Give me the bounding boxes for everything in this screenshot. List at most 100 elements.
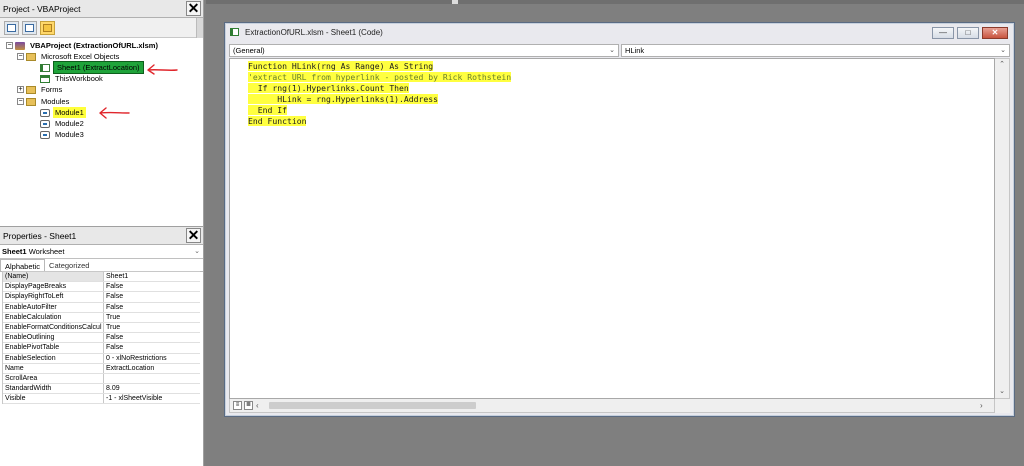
collapse-toggle[interactable]: − <box>17 53 24 60</box>
property-value[interactable]: True <box>104 313 200 322</box>
collapse-toggle[interactable]: − <box>17 98 24 105</box>
scroll-thumb[interactable] <box>269 402 476 409</box>
property-name: EnableFormatConditionsCalcul <box>3 322 104 333</box>
annotation-arrow-icon <box>144 63 178 75</box>
module-icon <box>40 108 50 117</box>
tree-node-module1[interactable]: Module1 <box>40 107 86 118</box>
property-row[interactable]: Name ExtractLocation <box>3 363 200 374</box>
scroll-left-icon[interactable]: ‹ <box>256 399 266 412</box>
project-pane-title: Project - VBAProject <box>3 4 81 14</box>
code-line[interactable]: 'extract URL from hyperlink - posted by … <box>248 72 512 83</box>
vertical-scrollbar[interactable]: ⌃ ⌄ <box>995 58 1010 399</box>
view-code-button[interactable] <box>4 20 19 35</box>
property-value[interactable]: 8.09 <box>104 384 200 393</box>
code-line[interactable]: Function HLink(rng As Range) As String <box>248 61 434 72</box>
code-window-title-bar[interactable]: ExtractionOfURL.xlsm - Sheet1 (Code) — □… <box>225 23 1014 42</box>
property-value[interactable]: False <box>104 292 200 301</box>
property-value[interactable]: False <box>104 282 200 291</box>
property-value[interactable] <box>104 374 200 383</box>
procedure-view-button[interactable]: ≡ <box>233 401 242 410</box>
tree-node-modules[interactable]: − Modules <box>17 96 71 107</box>
tree-node-thisworkbook[interactable]: ThisWorkbook <box>40 73 105 84</box>
property-row[interactable]: EnableFormatConditionsCalcul True <box>3 322 200 334</box>
close-button[interactable]: ✕ <box>982 27 1008 39</box>
property-row[interactable]: EnableAutoFilter False <box>3 302 200 313</box>
code-editor[interactable]: Function HLink(rng As Range) As String '… <box>229 58 995 399</box>
folder-icon <box>43 23 52 32</box>
object-combo[interactable]: (General) ⌄ <box>229 44 619 57</box>
property-row[interactable]: EnableCalculation True <box>3 312 200 323</box>
view-object-button[interactable] <box>22 20 37 35</box>
code-text: HLink = rng.Hyperlinks(1).Address <box>248 94 439 104</box>
property-name: Visible <box>3 394 104 404</box>
tab-categorized[interactable]: Categorized <box>45 259 93 271</box>
tree-node-label: VBAProject (ExtractionOfURL.xlsm) <box>30 41 158 50</box>
folder-icon <box>26 97 36 106</box>
property-name: StandardWidth <box>3 384 104 394</box>
property-row[interactable]: EnableSelection 0 - xlNoRestrictions <box>3 353 200 364</box>
properties-pane: Properties - Sheet1 ✕ Sheet1 Worksheet ⌄… <box>0 226 204 466</box>
code-comment: 'extract URL from hyperlink - posted by … <box>248 72 512 82</box>
full-module-view-button[interactable]: ≣ <box>244 401 253 410</box>
tree-node-module2[interactable]: Module2 <box>40 118 86 129</box>
code-line[interactable]: End Function <box>248 116 307 127</box>
chevron-down-icon: ⌄ <box>194 248 200 255</box>
tree-node-vbaproject[interactable]: − VBAProject (ExtractionOfURL.xlsm) <box>6 40 160 51</box>
mdi-workspace: ExtractionOfURL.xlsm - Sheet1 (Code) — □… <box>206 0 1024 466</box>
code-line[interactable]: HLink = rng.Hyperlinks(1).Address <box>248 94 439 105</box>
procedure-combo[interactable]: HLink ⌄ <box>621 44 1010 57</box>
tree-node-module3[interactable]: Module3 <box>40 129 86 140</box>
property-value[interactable]: False <box>104 343 200 352</box>
property-value[interactable]: 0 - xlNoRestrictions <box>104 354 200 363</box>
property-name: (Name) <box>3 272 104 282</box>
tree-node-label: Forms <box>41 85 63 94</box>
property-row[interactable]: Visible -1 - xlSheetVisible <box>3 394 200 405</box>
property-name: ScrollArea <box>3 373 104 384</box>
property-value[interactable]: False <box>104 303 200 312</box>
property-row[interactable]: DisplayRightToLeft False <box>3 292 200 303</box>
tab-alphabetic[interactable]: Alphabetic <box>0 259 46 271</box>
property-value[interactable]: True <box>104 323 200 332</box>
code-line[interactable]: If rng(1).Hyperlinks.Count Then <box>248 83 409 94</box>
properties-pane-title-bar: Properties - Sheet1 ✕ <box>0 227 203 245</box>
property-row[interactable]: EnableOutlining False <box>3 333 200 344</box>
property-row[interactable]: (Name) Sheet1 <box>3 272 200 283</box>
object-combo-value: (General) <box>233 46 265 55</box>
code-line[interactable]: End If <box>248 105 287 116</box>
property-name: EnablePivotTable <box>3 343 104 353</box>
property-row[interactable]: ScrollArea <box>3 373 200 385</box>
expand-toggle[interactable]: + <box>17 86 24 93</box>
maximize-button[interactable]: □ <box>957 27 979 39</box>
code-text: End If <box>248 105 287 115</box>
mdi-top-notch <box>452 0 458 4</box>
property-row[interactable]: StandardWidth 8.09 <box>3 384 200 395</box>
property-value[interactable]: Sheet1 <box>104 272 200 281</box>
scroll-down-icon[interactable]: ⌄ <box>995 386 1009 398</box>
close-icon[interactable]: ✕ <box>186 1 201 16</box>
property-value[interactable]: -1 - xlSheetVisible <box>104 394 200 403</box>
project-toolbar <box>0 18 203 38</box>
property-name: Name <box>3 363 104 373</box>
object-name: Sheet1 <box>2 247 27 256</box>
tree-node-forms[interactable]: + Forms <box>17 84 64 95</box>
horizontal-scrollbar[interactable]: ≡ ≣ ‹ › <box>229 399 995 413</box>
property-row[interactable]: DisplayPageBreaks False <box>3 282 200 293</box>
scroll-right-icon[interactable]: › <box>980 399 990 412</box>
property-value[interactable]: ExtractLocation <box>104 364 200 373</box>
property-row[interactable]: EnablePivotTable False <box>3 343 200 354</box>
object-selector-dropdown[interactable]: Sheet1 Worksheet ⌄ <box>0 245 203 259</box>
scroll-up-icon[interactable]: ⌃ <box>995 59 1009 71</box>
code-window: ExtractionOfURL.xlsm - Sheet1 (Code) — □… <box>224 22 1015 417</box>
close-icon[interactable]: ✕ <box>186 228 201 243</box>
module-icon <box>40 130 50 139</box>
tree-node-sheet1[interactable]: Sheet1 (ExtractLocation) <box>40 61 144 74</box>
collapse-toggle[interactable]: − <box>6 42 13 49</box>
toggle-folders-button[interactable] <box>40 20 55 35</box>
minimize-button[interactable]: — <box>932 27 954 39</box>
project-pane-scrollbar[interactable] <box>196 18 203 38</box>
property-name: DisplayRightToLeft <box>3 292 104 302</box>
project-pane-title-bar: Project - VBAProject ✕ <box>0 0 203 18</box>
view-code-icon <box>7 23 16 32</box>
property-value[interactable]: False <box>104 333 200 342</box>
tree-node-label: Module2 <box>55 119 84 128</box>
